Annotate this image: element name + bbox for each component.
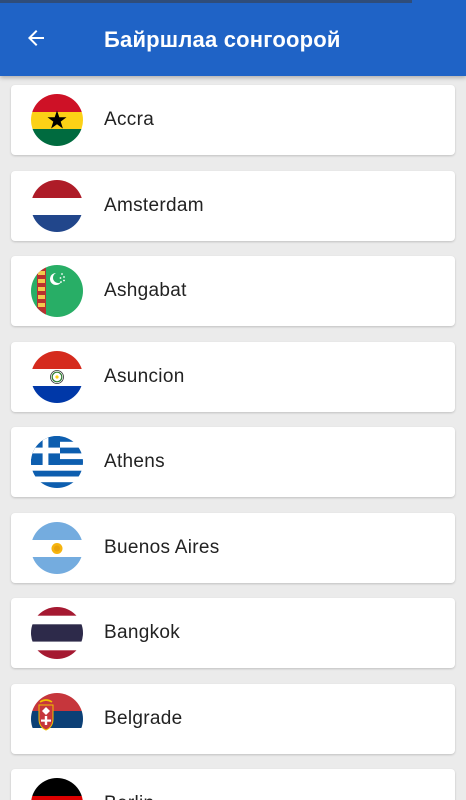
paraguay-flag-icon bbox=[31, 351, 83, 403]
city-item-buenos-aires[interactable]: Buenos Aires bbox=[11, 513, 455, 583]
city-name: Athens bbox=[104, 451, 165, 472]
thailand-flag-icon bbox=[31, 607, 83, 659]
city-name: Bangkok bbox=[104, 622, 181, 643]
argentina-flag-icon bbox=[31, 522, 83, 574]
city-name: Amsterdam bbox=[104, 195, 204, 216]
city-item-amsterdam[interactable]: Amsterdam bbox=[11, 171, 455, 241]
ghana-flag-icon bbox=[31, 94, 83, 146]
city-item-athens[interactable]: Athens bbox=[11, 427, 455, 497]
city-item-berlin[interactable]: Berlin bbox=[11, 769, 455, 800]
greece-flag-icon bbox=[31, 436, 83, 488]
germany-flag-icon bbox=[31, 778, 83, 800]
page-title: Байршлаа сонгоорой bbox=[104, 27, 341, 52]
city-item-ashgabat[interactable]: Ashgabat bbox=[11, 256, 455, 326]
back-button[interactable] bbox=[16, 20, 56, 60]
status-strip bbox=[0, 0, 412, 3]
city-list: Accra Amsterdam Ashgabat Asuncion Athens… bbox=[0, 76, 466, 800]
city-name: Berlin bbox=[104, 792, 154, 800]
arrow-left-icon bbox=[24, 26, 48, 55]
city-item-asuncion[interactable]: Asuncion bbox=[11, 342, 455, 412]
city-item-bangkok[interactable]: Bangkok bbox=[11, 598, 455, 668]
city-name: Buenos Aires bbox=[104, 537, 220, 558]
app-bar: Байршлаа сонгоорой bbox=[0, 0, 466, 76]
serbia-flag-icon bbox=[31, 693, 83, 745]
city-name: Ashgabat bbox=[104, 280, 187, 301]
netherlands-flag-icon bbox=[31, 180, 83, 232]
turkmenistan-flag-icon bbox=[31, 265, 83, 317]
city-name: Accra bbox=[104, 109, 155, 130]
city-name: Belgrade bbox=[104, 708, 183, 729]
city-item-belgrade[interactable]: Belgrade bbox=[11, 684, 455, 754]
city-name: Asuncion bbox=[104, 366, 185, 387]
city-item-accra[interactable]: Accra bbox=[11, 85, 455, 155]
